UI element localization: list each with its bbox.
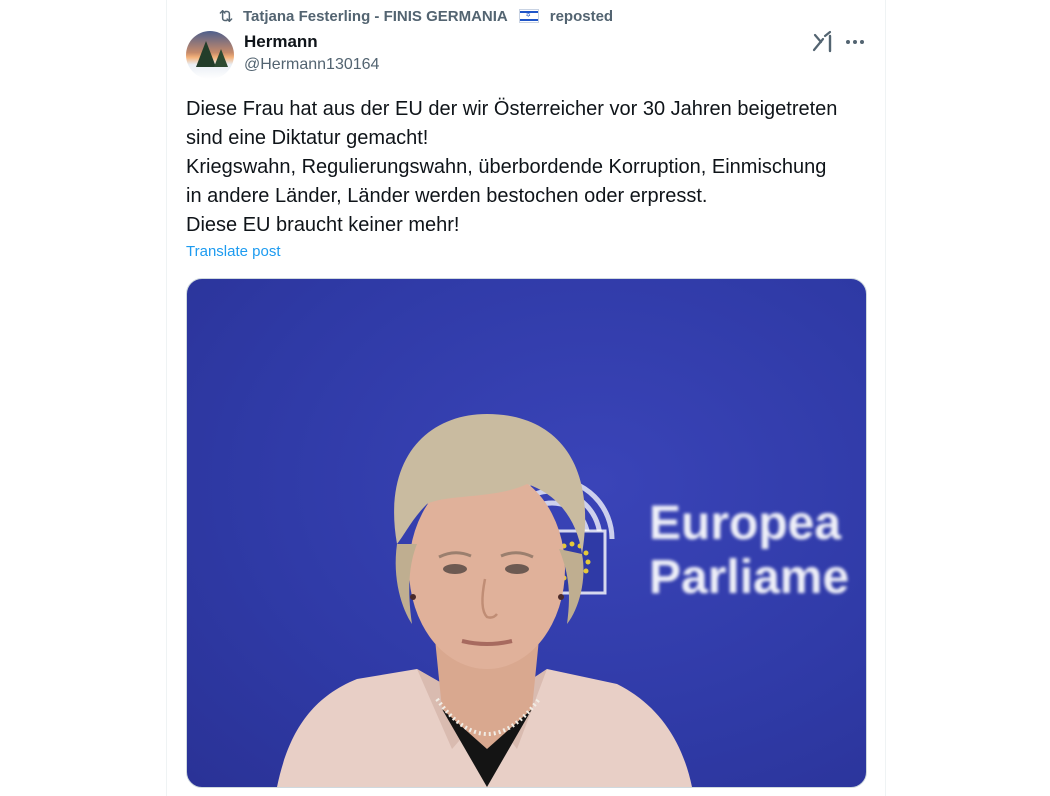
portrait-person	[277, 414, 692, 787]
grok-icon[interactable]	[811, 30, 835, 54]
repost-icon	[217, 7, 235, 25]
repost-user[interactable]: Tatjana Festerling - FINIS GERMANIA	[243, 8, 508, 25]
avatar[interactable]	[186, 31, 234, 79]
author-name[interactable]: Hermann	[244, 32, 318, 52]
post-text-line: Kriegswahn, Regulierungswahn, überborden…	[186, 156, 827, 178]
post-image[interactable]: Europea Parliame	[186, 278, 867, 788]
post-text-line: in andere Länder, Länder werden bestoche…	[186, 185, 708, 207]
repost-suffix: reposted	[549, 7, 614, 25]
repost-context[interactable]: Tatjana Festerling - FINIS GERMANIA ✡ re…	[217, 6, 613, 26]
post-text-line: Diese Frau hat aus der EU der wir Österr…	[186, 98, 838, 120]
more-options-icon[interactable]	[843, 30, 867, 54]
post-text-line: sind eine Diktatur gemacht!	[186, 127, 429, 149]
author-handle[interactable]: @Hermann130164	[244, 56, 379, 74]
israel-flag-emoji: ✡	[518, 9, 539, 23]
translate-post-link[interactable]: Translate post	[186, 243, 281, 260]
post-text-line: Diese EU braucht keiner mehr!	[186, 214, 460, 236]
post-card[interactable]: Tatjana Festerling - FINIS GERMANIA ✡ re…	[166, 0, 886, 796]
post-text: Diese Frau hat aus der EU der wir Österr…	[186, 95, 876, 240]
